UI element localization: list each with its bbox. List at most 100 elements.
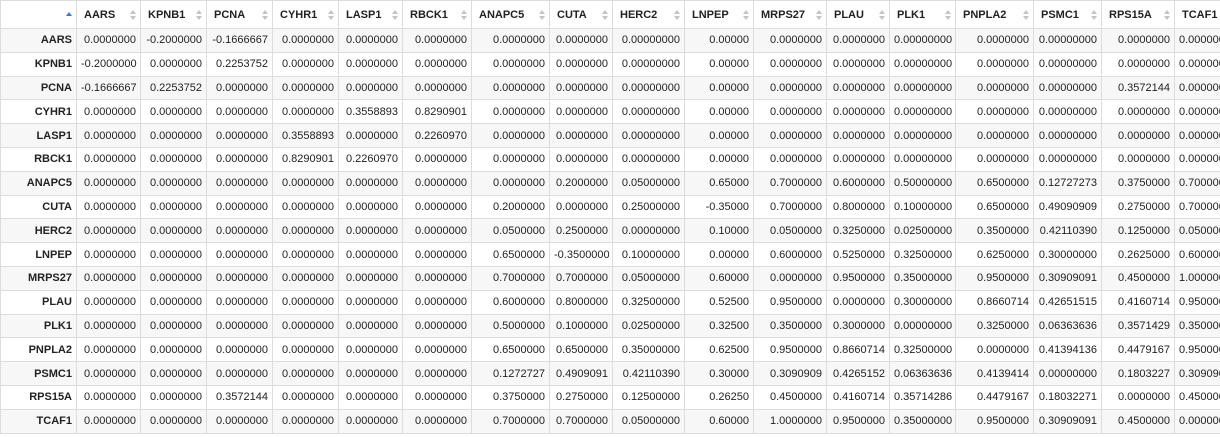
table-cell: 0.0000000 <box>338 123 403 148</box>
column-header-plau[interactable]: PLAU <box>826 0 890 29</box>
table-cell: 0.4160714 <box>826 384 890 410</box>
column-header-anapc5[interactable]: ANAPC5 <box>471 0 550 29</box>
table-cell: 0.0000000 <box>338 242 403 267</box>
table-cell: 0.0000000 <box>76 361 141 386</box>
table-cell: 0.0000000 <box>471 28 550 53</box>
table-cell: 0.0000000 <box>272 218 339 244</box>
table-cell: 0.0000000 <box>140 289 207 315</box>
table-cell: 0.00000000 <box>889 28 956 53</box>
table-row: RBCK1 0.0000000 0.0000000 0.0000000 0.829090… <box>0 146 1220 172</box>
table-cell: 0.0000000 <box>753 28 827 53</box>
row-header: RBCK1 <box>0 146 77 172</box>
table-cell: 0.0000000 <box>338 28 403 53</box>
column-header-aars[interactable]: AARS <box>76 0 141 29</box>
table-cell: 0.0000000 <box>76 384 141 410</box>
sort-arrows-icon <box>461 9 467 20</box>
table-cell: 0.3750000 <box>471 384 550 410</box>
sort-arrows-icon <box>130 9 136 20</box>
table-cell: 0.12500000 <box>612 384 685 410</box>
table-cell: 0.00000000 <box>612 218 685 244</box>
table-cell: 0.0000000 <box>272 28 339 53</box>
column-header-pcna[interactable]: PCNA <box>206 0 273 29</box>
table-cell: 0.02500000 <box>612 313 685 339</box>
table-cell: 0.30000000 <box>889 289 956 315</box>
column-header-lnpep[interactable]: LNPEP <box>684 0 754 29</box>
table-cell: 0.0000000 <box>338 361 403 386</box>
sort-arrows-icon <box>1023 9 1029 20</box>
table-cell: 0.0000000 <box>549 194 613 220</box>
table-cell: 0.3500000 <box>753 313 827 339</box>
table-cell: 0.0000000 <box>272 408 339 434</box>
sort-arrows-icon <box>539 9 545 20</box>
table-cell: 0.4909091 <box>549 361 613 386</box>
table-cell: 0.4479167 <box>955 384 1034 410</box>
sort-arrows-icon <box>816 9 822 20</box>
sort-arrows-icon <box>674 9 680 20</box>
sort-arrows-icon <box>262 9 268 20</box>
table-cell: 0.0000000 <box>753 123 827 148</box>
column-header-tcaf1[interactable]: TCAF1 <box>1174 0 1220 29</box>
table-cell: 0.0000000 <box>76 194 141 220</box>
table-cell: 0.9500000 <box>955 408 1034 434</box>
table-cell: 0.05000000 <box>612 265 685 291</box>
table-cell: 0.0000000 <box>206 123 273 148</box>
column-header-cuta[interactable]: CUTA <box>549 0 613 29</box>
table-cell: 0.0000000 <box>140 408 207 434</box>
corner-header[interactable] <box>0 0 77 29</box>
table-cell: 0.49090909 <box>1033 194 1102 220</box>
column-header-label: LASP1 <box>346 8 382 21</box>
table-cell: 0.0000000 <box>402 194 472 220</box>
column-header-herc2[interactable]: HERC2 <box>612 0 685 29</box>
table-cell: 0.00000000 <box>889 75 956 101</box>
table-cell: 0.3500000 <box>955 218 1034 244</box>
table-cell: 0.3090909 <box>1174 361 1220 386</box>
table-cell: 0.9500000 <box>1174 337 1220 363</box>
table-cell: 0.00000 <box>684 75 754 101</box>
table-cell: 0.0000000 <box>76 337 141 363</box>
table-cell: 0.0000000 <box>402 313 472 339</box>
table-cell: 0.0000000 <box>338 218 403 244</box>
table-cell: 0.6000000 <box>753 242 827 267</box>
table-cell: 0.0000000 <box>206 289 273 315</box>
table-cell: 0.06363636 <box>1033 313 1102 339</box>
column-header-rbck1[interactable]: RBCK1 <box>402 0 472 29</box>
table-cell: 0.0000000 <box>402 218 472 244</box>
column-header-mrps27[interactable]: MRPS27 <box>753 0 827 29</box>
table-cell: 0.0000000 <box>402 361 472 386</box>
column-header-lasp1[interactable]: LASP1 <box>338 0 403 29</box>
table-cell: 0.00000 <box>684 242 754 267</box>
table-cell: 0.9500000 <box>753 289 827 315</box>
column-header-psmc1[interactable]: PSMC1 <box>1033 0 1102 29</box>
column-header-rps15a[interactable]: RPS15A <box>1101 0 1175 29</box>
table-cell: 0.3250000 <box>826 218 890 244</box>
table-cell: 0.3572144 <box>206 384 273 410</box>
table-cell: 0.1272727 <box>471 361 550 386</box>
table-cell: 0.0000000 <box>471 123 550 148</box>
table-cell: 0.0000000 <box>140 170 207 196</box>
column-header-label: AARS <box>84 8 116 21</box>
table-cell: 0.0000000 <box>826 99 890 125</box>
table-cell: 0.0000000 <box>272 265 339 291</box>
column-header-cyhr1[interactable]: CYHR1 <box>272 0 339 29</box>
table-cell: 0.8660714 <box>826 337 890 363</box>
table-cell: 0.0000000 <box>1101 51 1175 77</box>
table-cell: 0.0000000 <box>272 99 339 125</box>
table-body: AARS 0.0000000 -0.2000000 -0.1666667 0.00000… <box>0 28 1220 434</box>
column-header-kpnb1[interactable]: KPNB1 <box>140 0 207 29</box>
table-cell: 0.0000000 <box>402 28 472 53</box>
table-row: ANAPC5 0.0000000 0.0000000 0.0000000 0.00000… <box>0 170 1220 196</box>
table-cell: 0.0000000 <box>826 28 890 53</box>
table-cell: 0.3500000 <box>1174 313 1220 339</box>
table-cell: 0.0000000 <box>76 265 141 291</box>
table-row: PNPLA2 0.0000000 0.0000000 0.0000000 0.00000… <box>0 337 1220 363</box>
column-header-pnpla2[interactable]: PNPLA2 <box>955 0 1034 29</box>
data-table: AARS KPNB1 PCNA CYHR1 LASP1 RBCK1 ANAPC5 CUTA HE… <box>0 0 1220 434</box>
column-header-plk1[interactable]: PLK1 <box>889 0 956 29</box>
table-cell: 0.30909091 <box>1033 265 1102 291</box>
table-cell: 0.0000000 <box>338 289 403 315</box>
column-header-label: PSMC1 <box>1041 8 1079 21</box>
table-cell: 0.0000000 <box>471 51 550 77</box>
table-cell: 0.35000000 <box>889 408 956 434</box>
table-cell: 0.18032271 <box>1033 384 1102 410</box>
table-cell: 0.6250000 <box>955 242 1034 267</box>
